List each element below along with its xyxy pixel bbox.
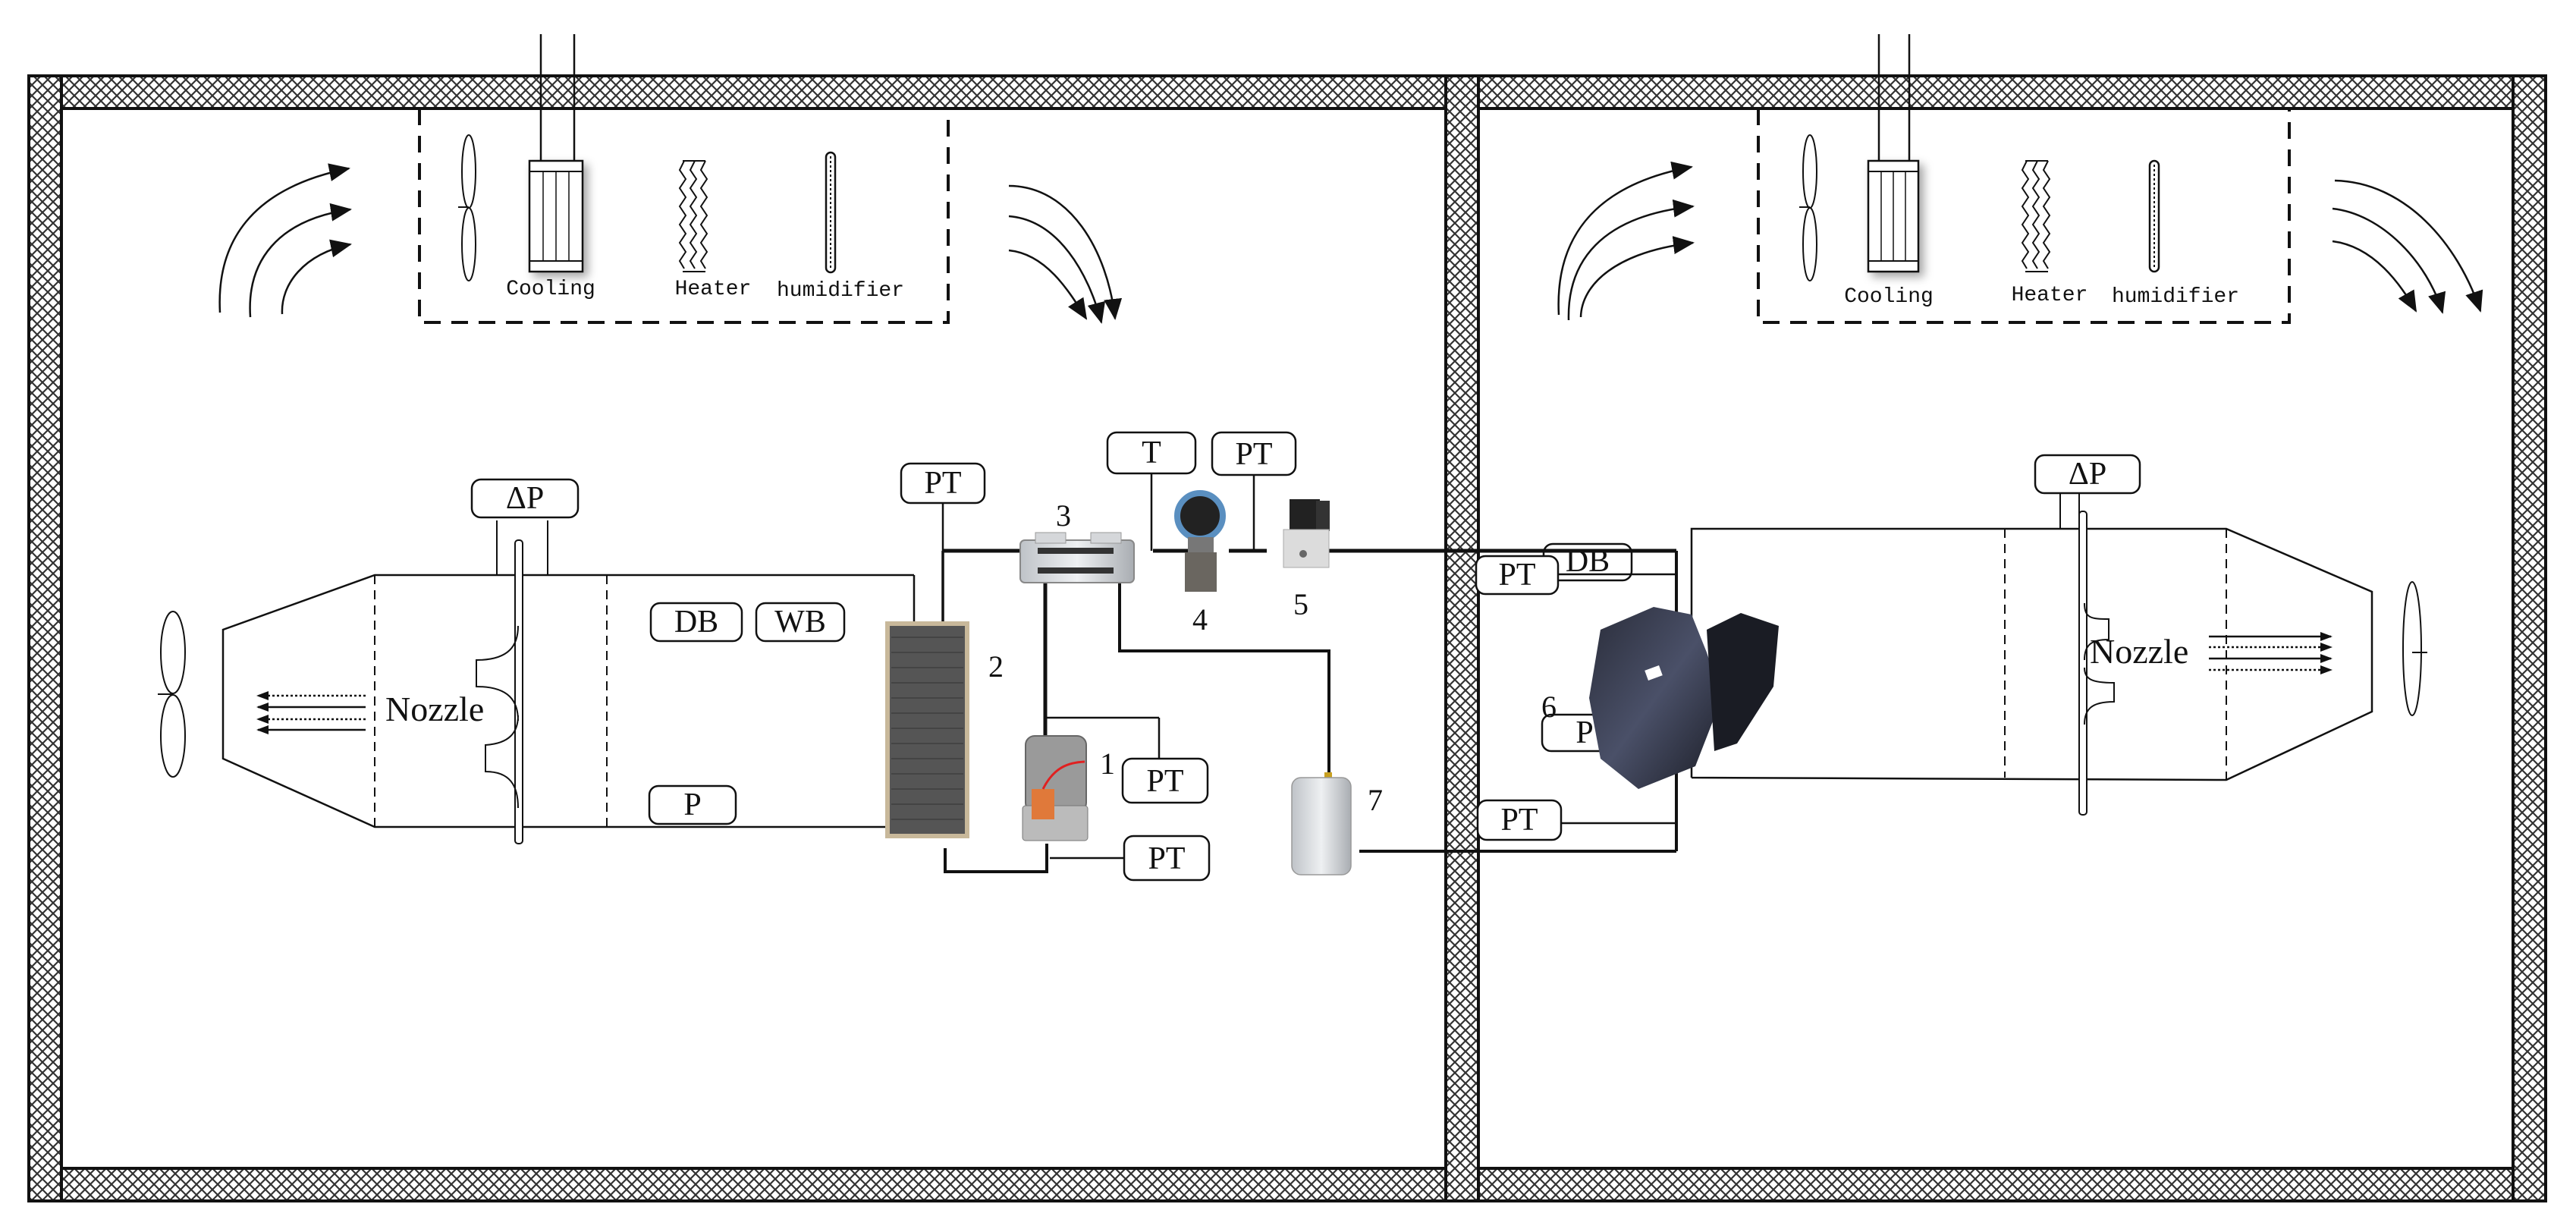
component-number-4: 4 bbox=[1192, 602, 1208, 637]
component-number-1: 1 bbox=[1100, 747, 1115, 781]
fan-icon bbox=[458, 134, 476, 281]
svg-text:DB: DB bbox=[674, 605, 718, 640]
accumulator: 7 bbox=[1291, 772, 1383, 875]
flow-meter: 3 bbox=[1019, 498, 1135, 583]
condenser: 2 bbox=[885, 621, 1004, 838]
pt-sensor-evaporator-outlet: PT bbox=[1476, 799, 1676, 841]
wall-left bbox=[27, 74, 63, 1202]
cooling-coil-icon bbox=[1867, 159, 1920, 273]
heater-label: Heater bbox=[2012, 284, 2088, 307]
humidifier-label: humidifier bbox=[777, 279, 904, 303]
cooling-coil-icon bbox=[528, 159, 584, 273]
heater-icon bbox=[678, 160, 708, 272]
component-number-2: 2 bbox=[988, 649, 1004, 684]
pt-sensor-condenser: PT bbox=[900, 462, 986, 551]
nozzle-label: Nozzle bbox=[385, 690, 484, 728]
fan-icon bbox=[1799, 134, 1817, 281]
dp-sensor: ΔP bbox=[2034, 454, 2141, 495]
duct-wb-sensor: WB bbox=[755, 602, 846, 643]
duct-flow-arrows bbox=[256, 691, 366, 734]
cooling-label: Cooling bbox=[1844, 285, 1934, 309]
test-bench-diagram: Cooling Heater humidifier Cooling Heater… bbox=[27, 34, 2547, 1202]
heater-label: Heater bbox=[675, 278, 752, 301]
loop-sensors: PT T PT PT PT PT PT bbox=[900, 431, 1676, 882]
duct-flow-arrows bbox=[2209, 632, 2333, 674]
duct-fan-icon bbox=[2402, 581, 2427, 716]
pt-sensor-compressor-suction: PT bbox=[1123, 835, 1211, 882]
svg-text:PT: PT bbox=[1500, 803, 1538, 838]
svg-text:ΔP: ΔP bbox=[2069, 457, 2106, 492]
svg-text:P: P bbox=[1575, 715, 1593, 750]
component-number-6: 6 bbox=[1541, 690, 1557, 724]
svg-text:PT: PT bbox=[1498, 558, 1535, 593]
svg-text:ΔP: ΔP bbox=[506, 481, 544, 516]
svg-text:PT: PT bbox=[1235, 437, 1272, 472]
evaporator-unit: 6 bbox=[1541, 607, 1779, 789]
humidifier-icon bbox=[825, 151, 837, 274]
svg-text:P: P bbox=[683, 787, 701, 822]
dp-sensor: ΔP bbox=[470, 478, 580, 519]
cooling-label: Cooling bbox=[506, 278, 595, 301]
nozzle-label: Nozzle bbox=[2090, 632, 2188, 671]
duct-p-sensor: P bbox=[648, 784, 737, 825]
wall-partition bbox=[1444, 74, 1480, 1202]
duct-left: ΔP Nozzle DB WB P bbox=[158, 478, 916, 844]
expansion-valve: 5 bbox=[1283, 499, 1330, 621]
component-number-7: 7 bbox=[1368, 783, 1383, 817]
svg-text:WB: WB bbox=[774, 605, 826, 640]
duct-right-body bbox=[1690, 527, 2373, 781]
svg-text:T: T bbox=[1142, 435, 1161, 470]
duct-fan-icon bbox=[158, 611, 186, 778]
airflow-out-arrows bbox=[2332, 179, 2483, 314]
airflow-in-arrows bbox=[1557, 161, 1695, 321]
wall-right bbox=[2512, 74, 2547, 1202]
component-number-3: 3 bbox=[1056, 498, 1071, 533]
duct-db-sensor: DB bbox=[649, 602, 743, 643]
airflow-in-arrows bbox=[218, 163, 352, 318]
humidifier-icon bbox=[2148, 159, 2160, 273]
airflow-out-arrows bbox=[1008, 184, 1123, 324]
heater-icon bbox=[2021, 160, 2051, 272]
pressure-transmitter: 4 bbox=[1174, 490, 1226, 637]
pt-sensor-compressor-discharge: PT bbox=[1121, 757, 1209, 804]
svg-text:PT: PT bbox=[1148, 841, 1185, 876]
svg-text:PT: PT bbox=[924, 466, 961, 501]
humidifier-label: humidifier bbox=[2112, 285, 2239, 309]
component-number-5: 5 bbox=[1293, 587, 1308, 621]
wall-top bbox=[27, 74, 2547, 110]
wall-bottom bbox=[27, 1167, 2547, 1202]
svg-text:PT: PT bbox=[1146, 764, 1183, 799]
